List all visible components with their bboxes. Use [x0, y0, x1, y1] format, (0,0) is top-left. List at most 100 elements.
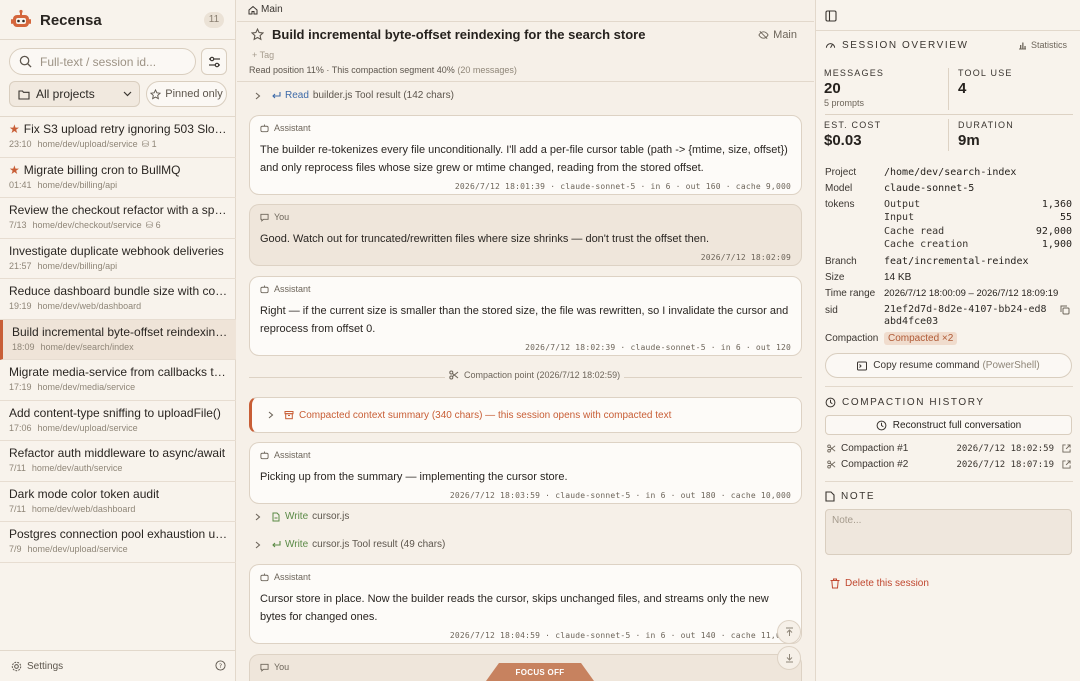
session-item[interactable]: Review the checkout refactor with a spec…: [0, 198, 236, 239]
detail-label: Model: [825, 183, 853, 194]
token-row: Input 55: [884, 212, 1072, 223]
session-time: 21:57: [9, 260, 32, 271]
stat-sub: 5 prompts: [824, 98, 865, 108]
add-tag-button[interactable]: + Tag: [252, 50, 274, 60]
detail-label: tokens: [825, 199, 855, 210]
chat-icon: [260, 663, 269, 672]
app-name: Recensa: [40, 11, 102, 29]
message-body: Cursor store in place. Now the builder r…: [260, 593, 769, 623]
divider: [237, 21, 814, 22]
sliders-icon: [208, 56, 220, 67]
sidebar: Recensa 11 All projects Pinned only ★Fix…: [0, 0, 236, 681]
search-box[interactable]: [9, 48, 196, 75]
note-input[interactable]: [825, 509, 1072, 555]
panel-toggle-icon[interactable]: [825, 10, 837, 22]
chevron-right-icon: [255, 513, 261, 520]
star-filled-icon: ★: [9, 122, 20, 136]
compacted-summary[interactable]: Compacted context summary (340 chars) — …: [249, 397, 802, 433]
session-path: home/dev/upload/service: [27, 544, 128, 554]
compaction-time: 2026/7/12 18:07:19: [956, 459, 1054, 470]
gauge-icon: [825, 43, 836, 49]
message-meta: 2026/7/12 18:03:59 · claude-sonnet-5 · i…: [449, 491, 791, 500]
detail-label: Compaction: [825, 333, 879, 344]
compacted-summary-label: Compacted context summary (340 chars) — …: [299, 409, 672, 421]
scissors-icon: [827, 444, 836, 453]
star-outline-icon[interactable]: [251, 28, 264, 41]
message-meta: 2026/7/12 18:04:59 · claude-sonnet-5 · i…: [449, 631, 791, 640]
project-select-label: All projects: [36, 87, 95, 101]
session-item[interactable]: ★Fix S3 upload retry ignoring 503 SlowDo…: [0, 117, 236, 158]
session-time: 01:41: [9, 179, 32, 190]
compaction-history-item[interactable]: Compaction #1 2026/7/12 18:02:59: [827, 443, 1071, 454]
breadcrumb[interactable]: Main: [248, 4, 283, 15]
copy-icon[interactable]: [1060, 305, 1070, 315]
copy-resume-shell: (PowerShell): [982, 360, 1040, 371]
session-item[interactable]: Investigate duplicate webhook deliveries…: [0, 239, 236, 279]
compaction-name: Compaction #1: [841, 443, 909, 454]
session-item[interactable]: Postgres connection pool exhaustion unde…: [0, 522, 236, 563]
scroll-top-button[interactable]: [777, 620, 801, 644]
brand: Recensa: [10, 8, 102, 32]
session-title: Migrate billing cron to BullMQ: [23, 162, 181, 177]
folder-icon: [18, 89, 30, 100]
session-count-badge: 11: [204, 12, 224, 28]
copy-resume-button[interactable]: Copy resume command (PowerShell): [825, 353, 1072, 378]
stat-tool-use: TOOL USE 4: [958, 68, 1013, 97]
delete-session-label: Delete this session: [845, 578, 929, 589]
session-item[interactable]: Migrate media-service from callbacks to …: [0, 360, 236, 401]
scroll-bottom-button[interactable]: [777, 646, 801, 670]
tool-call-row[interactable]: Read builder.js Tool result (142 chars): [255, 90, 454, 101]
session-item[interactable]: ★ Migrate billing cron to BullMQ 01:41 home…: [0, 158, 236, 198]
session-item[interactable]: Add content-type sniffing to uploadFile(…: [0, 401, 236, 441]
filter-button[interactable]: [201, 48, 227, 75]
statistics-link[interactable]: Statistics: [1018, 40, 1067, 50]
settings-button[interactable]: Settings ?: [0, 650, 236, 681]
session-path: home/dev/billing/api: [37, 260, 118, 271]
arrow-up-icon: [785, 627, 793, 636]
session-item[interactable]: Dark mode color token audit 7/11 home/dev/…: [0, 482, 236, 522]
session-item[interactable]: Reduce dashboard bundle size with code-s…: [0, 279, 236, 320]
session-time: 19:19: [9, 301, 32, 311]
session-path: home/dev/web/dashboard: [31, 503, 136, 514]
session-title: Add content-type sniffing to uploadFile(…: [9, 405, 221, 420]
stat-value: $0.03: [824, 132, 862, 149]
search-input[interactable]: [40, 54, 190, 69]
compaction-history-item[interactable]: Compaction #2 2026/7/12 18:07:19: [827, 459, 1071, 470]
session-item[interactable]: Refactor auth middleware to async/await 7…: [0, 441, 236, 482]
chat-icon: [260, 213, 269, 222]
detail-project: /home/dev/search-index: [884, 167, 1017, 178]
focus-toggle[interactable]: FOCUS OFF: [486, 663, 594, 681]
tool-call-row[interactable]: Write cursor.js: [255, 511, 349, 522]
svg-text:?: ?: [219, 662, 222, 670]
reconstruct-button[interactable]: Reconstruct full conversation: [825, 415, 1072, 435]
delete-session-button[interactable]: Delete this session: [830, 578, 929, 589]
robot-logo-icon: [11, 9, 31, 27]
message-meta: 2026/7/12 18:01:39 · claude-sonnet-5 · i…: [454, 182, 791, 191]
message-role: Assistant: [274, 284, 311, 294]
stat-messages: MESSAGES 20 5 prompts: [824, 68, 884, 108]
divider: [237, 81, 814, 82]
tool-detail: builder.js Tool result (142 chars): [312, 90, 454, 101]
terminal-icon: [857, 361, 868, 370]
external-link-icon[interactable]: [1062, 460, 1071, 469]
project-select[interactable]: All projects: [9, 81, 140, 107]
branch-tag[interactable]: Main: [758, 29, 797, 41]
chevron-right-icon: [255, 541, 261, 548]
tool-detail: cursor.js: [312, 511, 350, 522]
note-title: NOTE: [841, 491, 876, 502]
session-title: Build incremental byte-offset reindexing…: [12, 324, 228, 339]
history-title: COMPACTION HISTORY: [842, 397, 985, 408]
stat-label: TOOL USE: [958, 68, 1013, 78]
robot-icon: [260, 572, 269, 581]
session-item[interactable]: Build incremental byte-offset reindexing…: [0, 319, 236, 360]
branch-tag-label: Main: [773, 29, 797, 41]
messages-count: (20 messages): [457, 65, 517, 75]
message-user: You Good. Watch out for truncated/rewrit…: [249, 204, 802, 266]
stat-label: DURATION: [958, 120, 1014, 130]
tool-call-row[interactable]: Write cursor.js Tool result (49 chars): [255, 539, 445, 550]
token-row: Output 1,360: [884, 199, 1072, 210]
external-link-icon[interactable]: [1062, 444, 1071, 453]
history-icon: [825, 397, 836, 408]
help-icon[interactable]: ?: [215, 660, 226, 671]
pinned-only-toggle[interactable]: Pinned only: [146, 81, 227, 107]
